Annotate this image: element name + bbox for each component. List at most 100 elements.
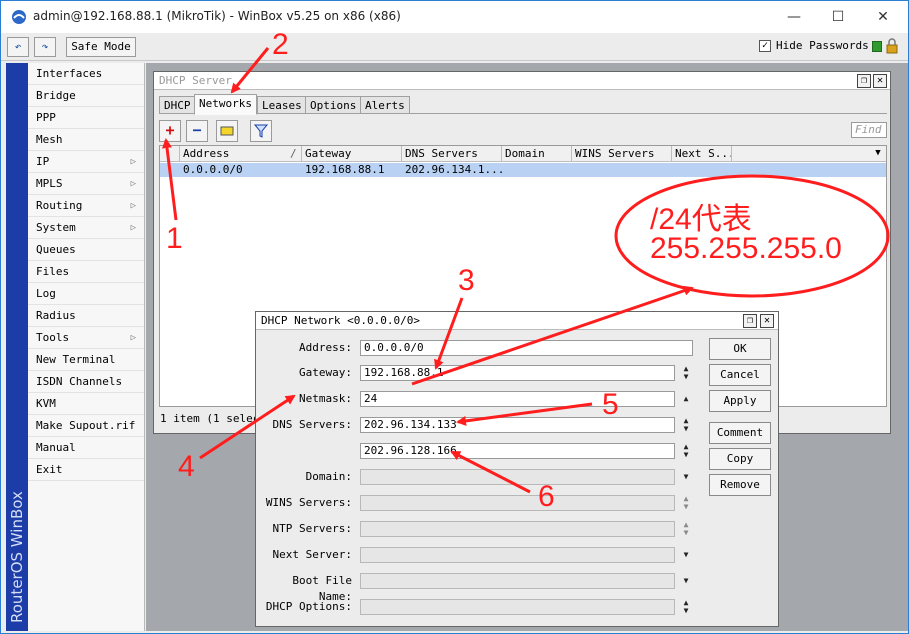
- sidebar-item-make-supout[interactable]: Make Supout.rif: [28, 415, 144, 437]
- column-dropdown-icon[interactable]: ▼: [871, 147, 885, 160]
- boot-file-dropdown-icon[interactable]: ▼: [680, 577, 692, 593]
- sidebar-item-label: MPLS: [36, 177, 63, 190]
- cancel-button[interactable]: Cancel: [709, 364, 771, 386]
- close-button[interactable]: ✕: [873, 74, 887, 88]
- submenu-arrow-icon: ▷: [130, 223, 136, 233]
- close-button[interactable]: ✕: [860, 1, 906, 33]
- restore-button[interactable]: ❐: [743, 314, 757, 328]
- sidebar-item-label: KVM: [36, 397, 56, 410]
- sidebar-item-interfaces[interactable]: Interfaces: [28, 63, 144, 85]
- sidebar-item-log[interactable]: Log: [28, 283, 144, 305]
- remove-button[interactable]: −: [186, 120, 208, 142]
- column-header-gateway[interactable]: Gateway: [302, 146, 402, 162]
- winbox-window: admin@192.168.88.1 (MikroTik) - WinBox v…: [0, 0, 909, 634]
- sidebar-item-system[interactable]: System ▷: [28, 217, 144, 239]
- apply-button[interactable]: Apply: [709, 390, 771, 412]
- redo-button[interactable]: ↷: [34, 37, 56, 57]
- next-server-field[interactable]: [360, 547, 675, 563]
- sidebar-item-kvm[interactable]: KVM: [28, 393, 144, 415]
- sidebar-item-label: Tools: [36, 331, 70, 344]
- restore-button[interactable]: ❐: [857, 74, 871, 88]
- sidebar-item-routing[interactable]: Routing ▷: [28, 195, 144, 217]
- safe-mode-button[interactable]: Safe Mode: [66, 37, 136, 57]
- dns-server-1-field[interactable]: 202.96.134.133: [360, 417, 675, 433]
- tab-bar: DHCP Networks Leases Options Alerts: [159, 94, 887, 115]
- sidebar-item-tools[interactable]: Tools ▷: [28, 327, 144, 349]
- column-header-flag: [160, 146, 180, 162]
- sidebar-item-ppp[interactable]: PPP: [28, 107, 144, 129]
- minimize-button[interactable]: —: [771, 1, 817, 33]
- column-header-dns-servers[interactable]: DNS Servers: [402, 146, 502, 162]
- brand-label: RouterOS WinBox: [8, 491, 26, 623]
- netmask-field[interactable]: 24: [360, 391, 675, 407]
- sidebar-item-manual[interactable]: Manual: [28, 437, 144, 459]
- ok-button[interactable]: OK: [709, 338, 771, 360]
- wins-spinner[interactable]: ▲ ▼: [680, 495, 692, 511]
- dhcp-network-dialog: DHCP Network <0.0.0.0/0> ❐ ✕ Address: 0.…: [255, 311, 779, 627]
- boot-file-name-field[interactable]: [360, 573, 675, 589]
- hide-passwords-checkbox[interactable]: ✓: [759, 40, 771, 52]
- column-header-next-server[interactable]: Next S...: [672, 146, 732, 162]
- sidebar-item-mesh[interactable]: Mesh: [28, 129, 144, 151]
- sidebar-item-new-terminal[interactable]: New Terminal: [28, 349, 144, 371]
- column-header-domain[interactable]: Domain: [502, 146, 572, 162]
- hide-passwords-label: Hide Passwords: [776, 39, 869, 52]
- wins-servers-label: WINS Servers:: [265, 496, 352, 509]
- tab-dhcp[interactable]: DHCP: [159, 96, 196, 114]
- sidebar-item-label: System: [36, 221, 76, 234]
- remove-button[interactable]: Remove: [709, 474, 771, 496]
- dns-server-2-field[interactable]: 202.96.128.166: [360, 443, 675, 459]
- domain-dropdown-icon[interactable]: ▼: [680, 473, 692, 489]
- dhcp-options-label: DHCP Options:: [265, 600, 352, 613]
- next-server-dropdown-icon[interactable]: ▼: [680, 551, 692, 567]
- sidebar-item-exit[interactable]: Exit: [28, 459, 144, 481]
- dns-2-spinner[interactable]: ▲ ▼: [680, 443, 692, 459]
- netmask-up-icon[interactable]: ▲: [680, 395, 692, 411]
- sidebar-item-queues[interactable]: Queues: [28, 239, 144, 261]
- close-button[interactable]: ✕: [760, 314, 774, 328]
- undo-button[interactable]: ↶: [7, 37, 29, 57]
- tab-networks[interactable]: Networks: [194, 94, 257, 115]
- sidebar-item-files[interactable]: Files: [28, 261, 144, 283]
- ntp-servers-field[interactable]: [360, 521, 675, 537]
- comment-button[interactable]: [216, 120, 238, 142]
- sidebar-item-mpls[interactable]: MPLS ▷: [28, 173, 144, 195]
- ntp-spinner[interactable]: ▲ ▼: [680, 521, 692, 537]
- dns-1-spinner[interactable]: ▲ ▼: [680, 417, 692, 433]
- cell-gateway: 192.168.88.1: [305, 163, 385, 176]
- gateway-field[interactable]: 192.168.88.1: [360, 365, 675, 381]
- column-header-address[interactable]: Address /: [180, 146, 302, 162]
- comment-button[interactable]: Comment: [709, 422, 771, 444]
- gateway-spinner[interactable]: ▲ ▼: [680, 365, 692, 381]
- spin-down-icon: ▼: [683, 450, 689, 459]
- sidebar-item-bridge[interactable]: Bridge: [28, 85, 144, 107]
- address-label: Address:: [299, 341, 352, 354]
- table-row[interactable]: 0.0.0.0/0 192.168.88.1 202.96.134.1...: [160, 163, 886, 177]
- tab-leases[interactable]: Leases: [257, 96, 307, 114]
- sidebar-item-isdn-channels[interactable]: ISDN Channels: [28, 371, 144, 393]
- title-bar: admin@192.168.88.1 (MikroTik) - WinBox v…: [1, 1, 908, 33]
- sidebar-menu: Interfaces Bridge PPP Mesh IP ▷ MPLS ▷ Rou…: [28, 63, 145, 631]
- column-header-wins-servers[interactable]: WINS Servers: [572, 146, 672, 162]
- sidebar-item-label: Queues: [36, 243, 76, 256]
- netmask-label: Netmask:: [299, 392, 352, 405]
- wins-servers-field[interactable]: [360, 495, 675, 511]
- maximize-button[interactable]: ☐: [815, 1, 861, 33]
- sidebar-item-ip[interactable]: IP ▷: [28, 151, 144, 173]
- gateway-label: Gateway:: [299, 366, 352, 379]
- annotation-3: 3: [458, 264, 475, 297]
- tab-alerts[interactable]: Alerts: [360, 96, 410, 114]
- window-title: admin@192.168.88.1 (MikroTik) - WinBox v…: [33, 9, 401, 23]
- address-field[interactable]: 0.0.0.0/0: [360, 340, 693, 356]
- tab-options[interactable]: Options: [305, 96, 362, 114]
- sidebar-item-radius[interactable]: Radius: [28, 305, 144, 327]
- winbox-logo-icon: [12, 10, 26, 24]
- copy-button[interactable]: Copy: [709, 448, 771, 470]
- status-bar: 1 item (1 selec: [160, 412, 260, 425]
- add-button[interactable]: +: [159, 120, 181, 142]
- filter-button[interactable]: [250, 120, 272, 142]
- domain-field[interactable]: [360, 469, 675, 485]
- dhcp-options-spinner[interactable]: ▲ ▼: [680, 599, 692, 615]
- find-input[interactable]: Find: [851, 122, 887, 138]
- dhcp-options-field[interactable]: [360, 599, 675, 615]
